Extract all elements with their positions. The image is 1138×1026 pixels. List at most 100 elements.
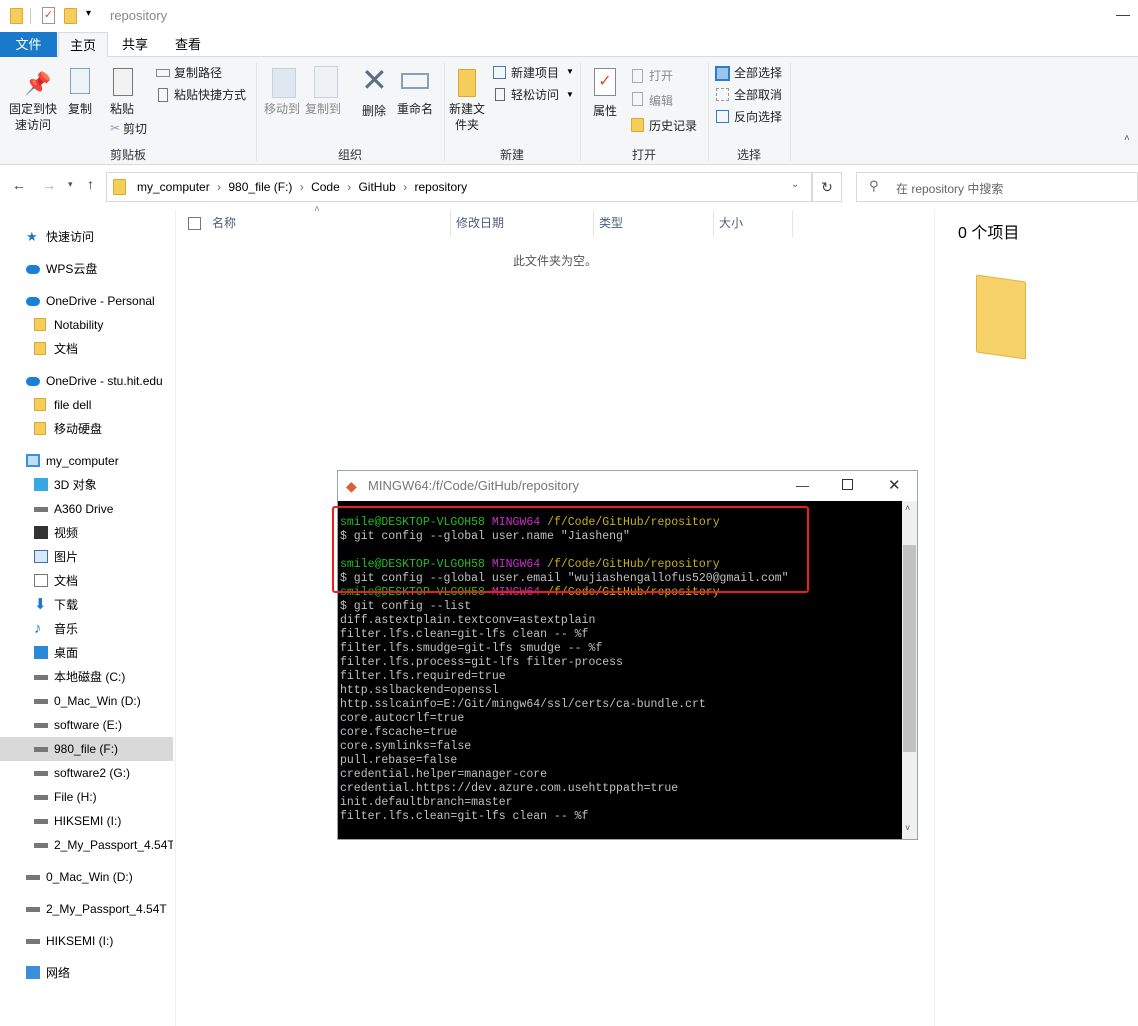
breadcrumb-separator-icon[interactable]: › <box>340 180 359 194</box>
properties-quick-icon[interactable]: ✓ <box>42 7 55 24</box>
terminal-title-bar[interactable]: ◆ MINGW64:/f/Code/GitHub/repository — ✕ <box>338 471 917 501</box>
sidebar-item[interactable]: 文档 <box>0 569 173 593</box>
customize-quick-access-icon[interactable]: ▾ <box>86 8 91 19</box>
scroll-up-icon[interactable]: ˄ <box>905 503 910 513</box>
breadcrumb-item[interactable]: repository <box>414 180 467 194</box>
sidebar-item[interactable]: ♪ 音乐 <box>0 617 173 641</box>
breadcrumb-separator-icon[interactable]: › <box>210 180 229 194</box>
sidebar-item-label: 本地磁盘 (C:) <box>54 670 126 684</box>
sidebar-item[interactable]: 桌面 <box>0 641 173 665</box>
up-button[interactable]: ↑ <box>87 176 94 192</box>
pin-quick-access-button[interactable]: 固定到快速访问 <box>4 101 62 133</box>
select-all-button[interactable]: 全部选择 <box>734 65 782 81</box>
tab-share[interactable]: 共享 <box>112 32 158 57</box>
collapse-ribbon-icon[interactable]: ˄ <box>1124 133 1130 144</box>
rename-icon <box>401 73 429 89</box>
scroll-down-icon[interactable]: ˅ <box>905 823 910 833</box>
breadcrumb-item[interactable]: Code <box>311 180 340 194</box>
recent-locations-button[interactable]: ▾ <box>68 179 73 190</box>
tab-view[interactable]: 查看 <box>165 32 211 57</box>
sidebar-item[interactable]: 2_My_Passport_4.54T <box>0 833 173 857</box>
new-item-button[interactable]: 新建项目 <box>511 65 559 81</box>
new-folder-button[interactable]: 新建文件夹 <box>448 101 486 133</box>
breadcrumb-item[interactable]: GitHub <box>358 180 395 194</box>
sidebar-item[interactable]: file dell <box>0 393 173 417</box>
paste-shortcut-button[interactable]: 粘贴快捷方式 <box>174 87 246 103</box>
properties-button[interactable]: 属性 <box>589 103 621 119</box>
sidebar-item[interactable]: Notability <box>0 313 173 337</box>
rename-button[interactable]: 重命名 <box>395 101 435 117</box>
sidebar-item[interactable]: software (E:) <box>0 713 173 737</box>
cut-button[interactable]: 剪切 <box>123 121 147 137</box>
new-folder-quick-icon[interactable] <box>64 8 77 24</box>
copy-to-button[interactable]: 复制到 <box>303 101 343 117</box>
terminal-scrollbar[interactable]: ˄ ˅ <box>902 501 917 839</box>
sidebar-item[interactable]: OneDrive - stu.hit.edu <box>0 369 173 393</box>
sidebar-item[interactable]: WPS云盘 <box>0 257 173 281</box>
invert-selection-button[interactable]: 反向选择 <box>734 109 782 125</box>
sidebar-item[interactable]: 2_My_Passport_4.54T <box>0 897 173 921</box>
select-none-button[interactable]: 全部取消 <box>734 87 782 103</box>
address-dropdown-button[interactable]: ⌄ <box>791 179 799 190</box>
paste-button[interactable]: 粘贴 <box>106 101 138 117</box>
sidebar-item[interactable]: 0_Mac_Win (D:) <box>0 865 173 889</box>
open-button[interactable]: 打开 <box>649 68 673 84</box>
video-icon <box>34 526 48 539</box>
sidebar-item[interactable]: 文档 <box>0 337 173 361</box>
breadcrumb-item[interactable]: 980_file (F:) <box>228 180 292 194</box>
column-header-date[interactable]: 修改日期 <box>450 210 592 237</box>
address-bar[interactable]: my_computer › 980_file (F:) › Code › Git… <box>106 172 812 202</box>
sidebar-item[interactable]: software2 (G:) <box>0 761 173 785</box>
sidebar-item[interactable]: ⬇ 下载 <box>0 593 173 617</box>
sidebar-item[interactable]: my_computer <box>0 449 173 473</box>
desktop-icon <box>34 646 48 659</box>
terminal-text: core.fscache=true <box>340 726 458 739</box>
copy-path-button[interactable]: 复制路径 <box>174 65 222 81</box>
sidebar-item[interactable]: 3D 对象 <box>0 473 173 497</box>
terminal-line: $ git config --list <box>340 600 902 614</box>
breadcrumb-item[interactable]: my_computer <box>137 180 210 194</box>
sidebar-item[interactable]: ★ 快速访问 <box>0 225 173 249</box>
close-button[interactable]: ✕ <box>888 471 901 501</box>
sidebar-item[interactable]: OneDrive - Personal <box>0 289 173 313</box>
move-to-button[interactable]: 移动到 <box>262 101 302 117</box>
sidebar-item[interactable]: 网络 <box>0 961 173 985</box>
sidebar-item[interactable]: 0_Mac_Win (D:) <box>0 689 173 713</box>
refresh-button[interactable]: ↻ <box>812 172 842 202</box>
breadcrumb-separator-icon[interactable]: › <box>396 180 415 194</box>
sidebar-item[interactable]: HIKSEMI (I:) <box>0 809 173 833</box>
sidebar-item[interactable]: 980_file (F:) <box>0 737 173 761</box>
tab-home[interactable]: 主页 <box>58 32 108 58</box>
column-header-type[interactable]: 类型 <box>593 210 713 237</box>
pin-icon: 📌 <box>24 71 52 96</box>
sidebar-item[interactable]: 本地磁盘 (C:) <box>0 665 173 689</box>
scrollbar-thumb[interactable] <box>903 545 916 752</box>
minimize-button[interactable]: — <box>796 471 809 501</box>
history-button[interactable]: 历史记录 <box>649 118 697 134</box>
maximize-button[interactable] <box>842 479 853 490</box>
minimize-button[interactable]: — <box>1116 6 1130 22</box>
back-button[interactable]: ← <box>12 177 26 193</box>
select-all-checkbox[interactable] <box>188 217 201 230</box>
sidebar-item[interactable]: 图片 <box>0 545 173 569</box>
sidebar-item[interactable]: File (H:) <box>0 785 173 809</box>
sidebar-item-label: 0_Mac_Win (D:) <box>46 870 133 884</box>
delete-button[interactable]: 删除 <box>358 103 390 119</box>
sidebar-item-label: 下载 <box>54 598 79 612</box>
sidebar-item[interactable]: 视频 <box>0 521 173 545</box>
column-header-name[interactable]: 名称 <box>212 210 450 237</box>
forward-button[interactable]: → <box>42 177 56 193</box>
sidebar-item[interactable]: 移动硬盘 <box>0 417 173 441</box>
search-box[interactable]: ⚲ 在 repository 中搜索 <box>856 172 1138 202</box>
folder-preview-icon <box>976 274 1026 360</box>
edit-button[interactable]: 编辑 <box>649 93 673 109</box>
easy-access-button[interactable]: 轻松访问 <box>511 87 559 103</box>
tab-file[interactable]: 文件 <box>0 32 57 57</box>
copy-button[interactable]: 复制 <box>64 101 96 117</box>
column-header-size[interactable]: 大小 <box>713 210 793 237</box>
sidebar-item[interactable]: HIKSEMI (I:) <box>0 929 173 953</box>
terminal-text: filter.lfs.process=git-lfs filter-proces… <box>340 656 623 669</box>
sidebar-item[interactable]: A360 Drive <box>0 497 173 521</box>
ribbon: 📌 固定到快速访问 复制 粘贴 ✂ 剪切 复制路径 粘贴快捷方式 剪贴板 移动到… <box>0 57 1138 165</box>
breadcrumb-separator-icon[interactable]: › <box>292 180 311 194</box>
